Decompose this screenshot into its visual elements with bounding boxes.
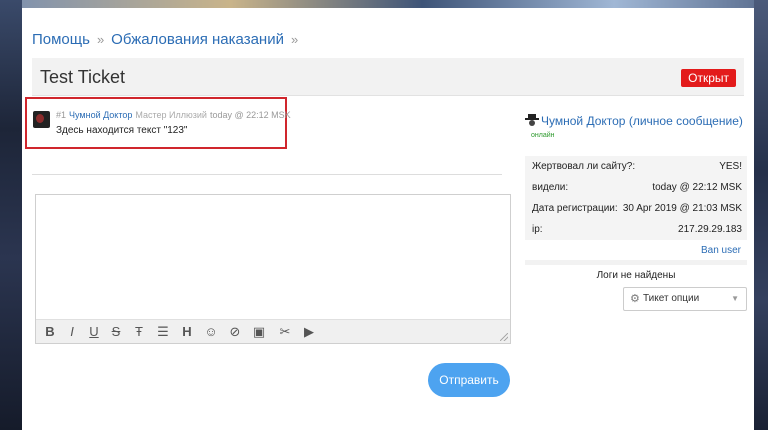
underline-icon[interactable]: U bbox=[85, 323, 103, 341]
ticket-options-dropdown[interactable]: ⚙ Тикет опции ▼ bbox=[623, 287, 747, 311]
send-button[interactable]: Отправить bbox=[428, 363, 510, 397]
post-meta: #1 Чумной Доктор Мастер Иллюзий today @ 22:… bbox=[56, 110, 291, 120]
ticket-options-label: Тикет опции bbox=[643, 293, 700, 304]
info-key: видели: bbox=[532, 182, 569, 193]
info-value: YES! bbox=[719, 161, 742, 172]
background-top bbox=[0, 0, 768, 8]
list-icon[interactable]: ☰ bbox=[154, 323, 172, 341]
user-hat-icon bbox=[525, 114, 539, 126]
resize-handle[interactable] bbox=[500, 333, 508, 341]
divider bbox=[32, 174, 502, 175]
info-key: Дата регистрации: bbox=[532, 203, 618, 214]
info-row-ip: ip: 217.29.29.183 bbox=[525, 219, 747, 240]
editor-toolbar: B I U S Ŧ ☰ H ☺ ⊘ ▣ ✂ ▶ bbox=[36, 319, 510, 343]
breadcrumb-appeals[interactable]: Обжалования наказаний bbox=[111, 31, 284, 48]
chevron-down-icon: ▼ bbox=[731, 294, 739, 303]
sidebar-separator bbox=[525, 260, 747, 265]
post-time: today @ 22:12 MSK bbox=[209, 110, 291, 120]
breadcrumb-separator: » bbox=[96, 32, 105, 47]
image-icon[interactable]: ▣ bbox=[250, 323, 268, 341]
background-right bbox=[754, 0, 768, 430]
breadcrumb: Помощь » Обжалования наказаний » bbox=[32, 31, 305, 48]
info-value: 30 Apr 2019 @ 21:03 MSK bbox=[622, 203, 742, 214]
page-title: Test Ticket bbox=[40, 67, 126, 87]
info-row-registered: Дата регистрации: 30 Apr 2019 @ 21:03 MS… bbox=[525, 198, 747, 219]
info-value: today @ 22:12 MSK bbox=[652, 182, 742, 193]
reply-textarea[interactable] bbox=[36, 195, 510, 319]
private-message-link[interactable]: (личное сообщение) bbox=[629, 114, 743, 128]
info-key: Жертвовал ли сайту?: bbox=[532, 161, 636, 172]
italic-icon[interactable]: I bbox=[63, 323, 81, 341]
ticket-post: #1 Чумной Доктор Мастер Иллюзий today @ 22:… bbox=[25, 97, 291, 149]
video-icon[interactable]: ▶ bbox=[300, 323, 318, 341]
background-left bbox=[0, 0, 22, 430]
avatar[interactable] bbox=[33, 111, 50, 128]
info-value: 217.29.29.183 bbox=[678, 224, 742, 235]
clear-format-icon[interactable]: ✂ bbox=[276, 323, 294, 341]
info-key: ip: bbox=[532, 224, 543, 235]
logs-empty-text: Логи не найдены bbox=[596, 270, 676, 281]
status-badge: Открыт bbox=[681, 69, 736, 87]
post-author[interactable]: Чумной Доктор bbox=[69, 110, 132, 120]
info-row-seen: видели: today @ 22:12 MSK bbox=[525, 177, 747, 198]
heading-icon[interactable]: H bbox=[178, 323, 196, 341]
bold-icon[interactable]: B bbox=[41, 323, 59, 341]
post-author-role: Мастер Иллюзий bbox=[135, 110, 207, 120]
text-icon[interactable]: Ŧ bbox=[130, 323, 148, 341]
breadcrumb-separator: » bbox=[290, 32, 299, 47]
gear-icon: ⚙ bbox=[630, 293, 640, 305]
strikethrough-icon[interactable]: S bbox=[107, 323, 125, 341]
emoji-icon[interactable]: ☺ bbox=[202, 323, 220, 341]
user-header: Чумной Доктор (личное сообщение) bbox=[525, 114, 743, 128]
ticket-header: Test Ticket Открыт bbox=[32, 58, 744, 96]
reply-editor: B I U S Ŧ ☰ H ☺ ⊘ ▣ ✂ ▶ bbox=[35, 194, 511, 344]
post-text: Здесь находится текст "123" bbox=[56, 125, 188, 136]
ban-user-link[interactable]: Ban user bbox=[701, 245, 741, 256]
online-status: онлайн bbox=[531, 132, 555, 139]
link-icon[interactable]: ⊘ bbox=[226, 323, 244, 341]
breadcrumb-help[interactable]: Помощь bbox=[32, 31, 90, 48]
user-name-link[interactable]: Чумной Доктор bbox=[541, 114, 625, 128]
post-number[interactable]: #1 bbox=[56, 110, 66, 120]
content-panel: Помощь » Обжалования наказаний » Test Ticke… bbox=[22, 8, 754, 430]
info-row-donated: Жертвовал ли сайту?: YES! bbox=[525, 156, 747, 177]
